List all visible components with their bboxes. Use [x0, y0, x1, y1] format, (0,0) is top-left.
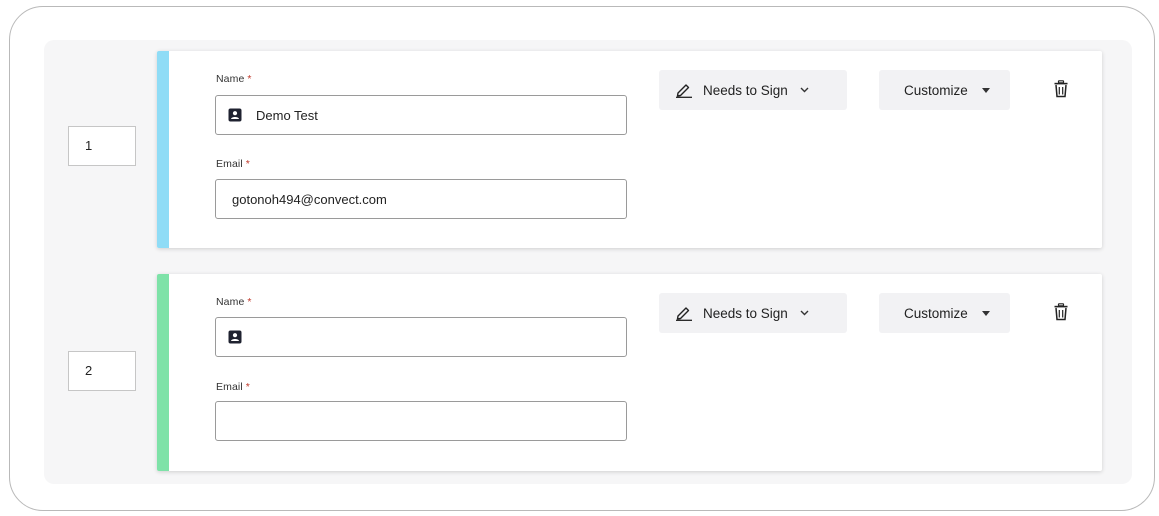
needs-to-sign-dropdown[interactable]: Needs to Sign: [659, 70, 847, 110]
name-input[interactable]: Demo Test: [215, 95, 627, 135]
email-label: Email *: [216, 158, 250, 170]
trash-icon[interactable]: [1054, 303, 1068, 321]
name-input[interactable]: [215, 317, 627, 357]
email-label: Email *: [216, 381, 250, 393]
email-input[interactable]: gotonoh494@convect.com: [215, 179, 627, 219]
email-value: gotonoh494@convect.com: [232, 191, 387, 207]
role-label: Needs to Sign: [703, 82, 788, 98]
customize-dropdown[interactable]: Customize: [879, 293, 1010, 333]
pen-icon: [675, 82, 693, 98]
customize-dropdown[interactable]: Customize: [879, 70, 1010, 110]
caret-down-icon: [981, 87, 990, 93]
needs-to-sign-dropdown[interactable]: Needs to Sign: [659, 293, 847, 333]
email-input[interactable]: [215, 401, 627, 441]
chevron-down-icon: [800, 87, 809, 93]
recipient-card-1: Name * Demo Test Email * gotonoh494@convec…: [157, 51, 1102, 248]
signing-order-input-2[interactable]: 2: [68, 351, 136, 391]
card-accent-bar: [157, 51, 169, 248]
trash-icon[interactable]: [1054, 80, 1068, 98]
name-label: Name *: [216, 73, 252, 85]
name-value: Demo Test: [256, 107, 318, 123]
caret-down-icon: [981, 310, 990, 316]
name-label: Name *: [216, 296, 252, 308]
contact-card-icon[interactable]: [228, 108, 242, 122]
recipient-card-2: Name * Email * Needs to Sign Customize: [157, 274, 1102, 471]
chevron-down-icon: [800, 310, 809, 316]
pen-icon: [675, 305, 693, 321]
role-label: Needs to Sign: [703, 305, 788, 321]
signing-order-input-1[interactable]: 1: [68, 126, 136, 166]
contact-card-icon[interactable]: [228, 330, 242, 344]
customize-label: Customize: [904, 305, 968, 321]
customize-label: Customize: [904, 82, 968, 98]
card-accent-bar: [157, 274, 169, 471]
